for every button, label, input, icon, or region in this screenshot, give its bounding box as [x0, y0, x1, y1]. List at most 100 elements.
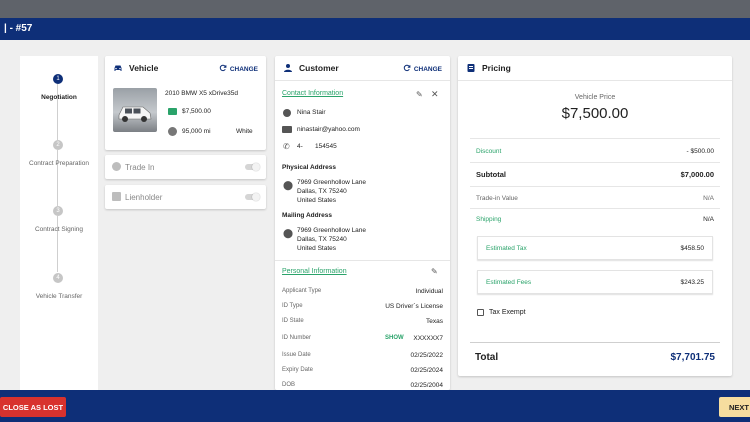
dob-label: DOB	[282, 382, 296, 388]
refresh-icon	[403, 64, 411, 74]
change-label: CHANGE	[229, 65, 258, 73]
edit-personal-icon[interactable]: ✎	[431, 267, 438, 276]
mailing-address-line2: Dallas, TX 75240	[297, 236, 347, 243]
tax-exempt-label[interactable]: Tax Exempt	[489, 309, 526, 316]
id-state-label: ID State	[282, 318, 304, 324]
step-connector	[57, 84, 58, 140]
vehicle-photo[interactable]	[113, 88, 157, 132]
lienholder-toggle[interactable]	[245, 192, 260, 201]
change-customer-button[interactable]: CHANGE	[403, 64, 442, 74]
step-1-label[interactable]: Negotiation	[20, 94, 98, 101]
total-value: $7,701.75	[670, 352, 716, 363]
customer-phone-suffix: 154545	[315, 143, 337, 150]
header-divider	[275, 80, 450, 81]
pricing-card-header: Pricing	[458, 56, 732, 80]
issue-date-label: Issue Date	[282, 352, 311, 358]
next-button[interactable]: NEXT	[719, 397, 750, 417]
page-title: | - #57	[4, 23, 33, 34]
step-2-indicator[interactable]: 2	[53, 140, 63, 150]
person-icon	[283, 63, 293, 73]
issue-date-value: 02/25/2022	[410, 352, 443, 359]
pricing-card: Pricing Vehicle Price $7,500.00 Discount…	[458, 56, 732, 376]
mailing-address-label: Mailing Address	[282, 212, 332, 219]
customer-email: ninastair@yahoo.com	[297, 126, 360, 133]
location-pin-icon: ⬤	[283, 228, 294, 238]
price-divider	[470, 138, 720, 139]
price-divider	[470, 208, 720, 209]
id-type-label: ID Type	[282, 303, 303, 309]
vehicle-price-label: Vehicle Price	[574, 94, 616, 101]
estimated-tax-value: $458.50	[680, 245, 705, 252]
mailing-address-line1: 7969 Greenhollow Lane	[297, 227, 367, 234]
step-4-label[interactable]: Vehicle Transfer	[20, 293, 98, 300]
change-vehicle-button[interactable]: CHANGE	[219, 64, 258, 74]
edit-contact-icon[interactable]: ✎	[416, 90, 423, 99]
vehicle-name: 2010 BMW X5 xDrive35d	[165, 90, 238, 97]
vehicle-price-value: $7,500.00	[561, 105, 629, 122]
id-number-value: XXXXXX7	[413, 335, 443, 342]
step-3-indicator[interactable]: 3	[53, 206, 63, 216]
tax-exempt-checkbox[interactable]	[477, 309, 484, 316]
show-id-button[interactable]: SHOW	[385, 335, 404, 341]
page-header: | - #57	[0, 18, 750, 40]
price-divider	[470, 162, 720, 163]
refresh-icon	[219, 64, 227, 74]
cash-icon	[168, 108, 177, 115]
trade-in-label: Trade In	[125, 163, 155, 172]
customer-card: Customer CHANGE Contact Information ✎ ✕ …	[275, 56, 450, 390]
step-number: 2	[56, 142, 60, 148]
lienholder-label: Lienholder	[125, 193, 163, 202]
suv-image	[118, 106, 152, 122]
estimated-fees-label: Estimated Fees	[486, 279, 532, 286]
header-divider	[458, 80, 732, 81]
pricing-heading: Pricing	[482, 63, 511, 73]
receipt-icon	[466, 63, 476, 73]
trade-in-value: N/A	[703, 195, 714, 202]
step-4-indicator[interactable]: 4	[53, 273, 63, 283]
personal-information-link[interactable]: Personal Information	[282, 268, 347, 275]
id-number-label: ID Number	[282, 335, 312, 341]
close-as-lost-button[interactable]: CLOSE AS LOST	[0, 397, 66, 417]
estimated-fees-value: $243.25	[680, 279, 705, 286]
vehicle-price: $7,500.00	[182, 108, 211, 115]
expiry-date-label: Expiry Date	[282, 367, 314, 373]
step-connector	[57, 150, 58, 206]
trade-in-toggle[interactable]	[245, 162, 260, 171]
customer-name: Nina Stair	[297, 109, 326, 116]
estimated-tax-row[interactable]: Estimated Tax $458.50	[477, 236, 713, 260]
car-icon	[113, 63, 123, 73]
physical-address-line3: United States	[297, 197, 337, 204]
applicant-type-label: Applicant Type	[282, 288, 322, 294]
shipping-label: Shipping	[476, 216, 502, 223]
vehicle-color: White	[236, 128, 253, 135]
trade-in-card: Trade In	[105, 155, 266, 179]
id-state-value: Texas	[426, 318, 443, 325]
dob-value: 02/25/2004	[410, 382, 443, 389]
action-footer	[0, 390, 750, 422]
physical-address-line1: 7969 Greenhollow Lane	[297, 179, 367, 186]
step-3-label[interactable]: Contract Signing	[20, 226, 98, 233]
trade-in-value-label: Trade-in Value	[476, 195, 518, 202]
total-divider	[470, 342, 720, 343]
applicant-type-value: Individual	[415, 288, 443, 295]
contact-information-link[interactable]: Contact Information	[282, 90, 343, 97]
price-divider	[470, 186, 720, 187]
progress-stepper: 1 Negotiation 2 Contract Preparation 3 C…	[20, 56, 98, 390]
customer-heading: Customer	[299, 63, 339, 73]
lienholder-icon	[112, 192, 121, 201]
close-icon[interactable]: ✕	[431, 89, 439, 100]
lienholder-card: Lienholder	[105, 185, 266, 209]
customer-phone-prefix: 4-	[297, 143, 303, 150]
vehicle-mileage: 95,000 mi	[182, 128, 211, 135]
email-icon	[282, 126, 292, 133]
discount-value: - $500.00	[686, 148, 714, 155]
subtotal-label: Subtotal	[476, 170, 506, 179]
expiry-date-value: 02/25/2024	[410, 367, 443, 374]
section-divider	[275, 260, 450, 261]
person-icon	[283, 109, 291, 117]
step-number: 1	[56, 76, 60, 82]
background-window-strip	[0, 0, 750, 18]
step-1-indicator[interactable]: 1	[53, 74, 63, 84]
step-2-label[interactable]: Contract Preparation	[20, 160, 98, 167]
estimated-fees-row[interactable]: Estimated Fees $243.25	[477, 270, 713, 294]
